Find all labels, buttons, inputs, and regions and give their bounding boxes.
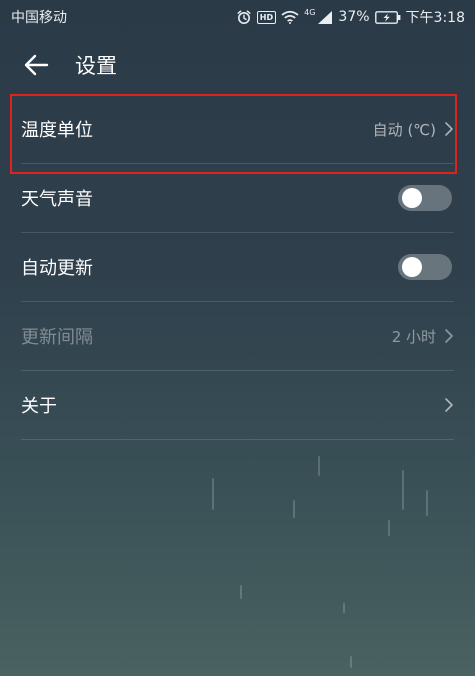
setting-value: 自动 (℃)	[372, 120, 436, 139]
rain-streak	[318, 456, 320, 476]
battery-percent: 37%	[338, 9, 370, 25]
status-indicators: HD 4G 37% 下午3:18	[236, 7, 465, 27]
battery-charging-icon	[374, 10, 401, 24]
rain-streak	[343, 603, 345, 613]
clock-time: 下午3:18	[405, 10, 465, 26]
rain-streak	[388, 520, 390, 536]
setting-value-group: 2 小时	[392, 326, 454, 347]
setting-label: 自动更新	[21, 258, 93, 279]
rain-streak	[212, 478, 214, 510]
setting-value: 2 小时	[391, 327, 436, 346]
rain-streak	[240, 585, 242, 599]
arrow-left-icon	[24, 54, 49, 76]
weather-sound-toggle[interactable]	[398, 185, 452, 211]
wifi-icon	[281, 10, 299, 24]
setting-value-group: 自动 (℃)	[373, 119, 454, 140]
chevron-right-icon	[445, 398, 453, 412]
settings-list: 温度单位 自动 (℃) 天气声音 自动更新 更新间隔 2 小时 关于	[0, 95, 475, 440]
setting-about[interactable]: 关于	[21, 371, 454, 440]
setting-label: 更新间隔	[21, 327, 93, 348]
setting-temperature-unit[interactable]: 温度单位 自动 (℃)	[21, 95, 454, 164]
chevron-right-icon	[445, 122, 453, 136]
rain-streak	[350, 656, 352, 668]
setting-auto-update[interactable]: 自动更新	[21, 233, 454, 302]
signal-icon	[317, 10, 333, 24]
carrier-name: 中国移动	[11, 10, 67, 26]
network-type: 4G	[304, 7, 316, 17]
back-button[interactable]	[18, 47, 54, 83]
setting-label: 温度单位	[21, 120, 93, 141]
status-bar: 中国移动 HD 4G 37% 下午3:18	[0, 0, 475, 34]
setting-weather-sound[interactable]: 天气声音	[21, 164, 454, 233]
setting-label: 天气声音	[21, 189, 93, 210]
alarm-icon	[236, 9, 252, 25]
setting-value-group	[444, 397, 454, 413]
auto-update-toggle[interactable]	[398, 254, 452, 280]
setting-label: 关于	[21, 396, 57, 417]
toggle-knob	[402, 257, 422, 277]
setting-update-interval: 更新间隔 2 小时	[21, 302, 454, 371]
page-title: 设置	[75, 54, 117, 78]
hd-badge: HD	[256, 10, 277, 24]
chevron-right-icon	[445, 329, 453, 343]
rain-streak	[293, 500, 295, 518]
app-header: 设置	[0, 42, 475, 88]
rain-streak	[402, 470, 404, 510]
rain-streak	[426, 490, 428, 516]
toggle-knob	[402, 188, 422, 208]
